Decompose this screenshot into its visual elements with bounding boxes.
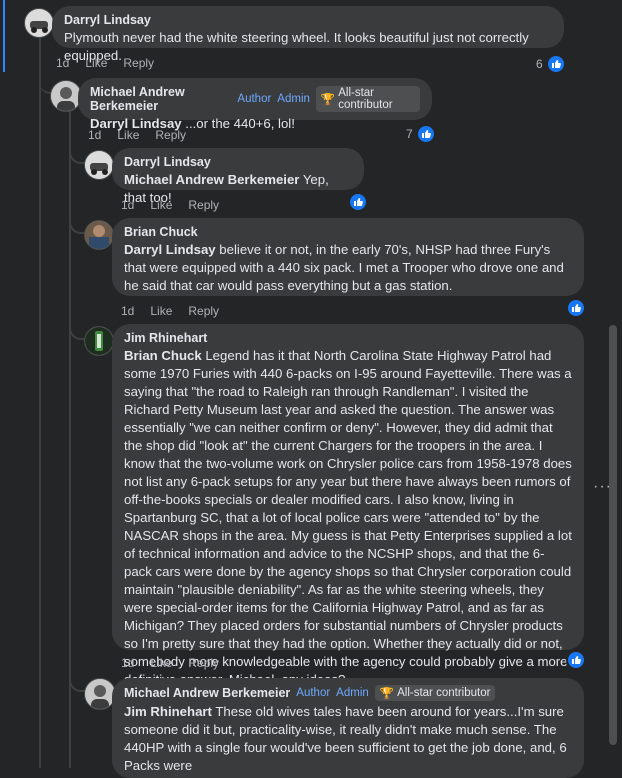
mention-link[interactable]: Michael Andrew Berkemeier: [124, 172, 299, 187]
comment-actions: 1d Like Reply: [88, 128, 186, 142]
author-badge: Author: [237, 93, 272, 105]
avatar[interactable]: [84, 220, 114, 250]
admin-badge: Admin: [336, 687, 369, 699]
comment-bubble: Michael Andrew Berkemeier Author Admin 🏆…: [78, 78, 432, 131]
mention-link[interactable]: Brian Chuck: [124, 348, 202, 363]
comment-time[interactable]: 1d: [88, 128, 101, 142]
comment-bubble: Brian Chuck Darryl Lindsay believe it or…: [112, 218, 584, 296]
thread-connector: [69, 318, 85, 340]
comment-actions: 1d Like Reply: [56, 56, 154, 70]
author-badge: Author: [296, 687, 331, 699]
comment-author[interactable]: Brian Chuck: [124, 225, 198, 239]
thread-connector: [69, 140, 85, 164]
comment-actions: 1d Like Reply: [121, 656, 219, 670]
comment-text: ...or the 440+6, lol!: [181, 116, 295, 131]
comment-time[interactable]: 1d: [121, 304, 134, 318]
reaction-count[interactable]: [566, 650, 586, 670]
thumbs-up-icon: [566, 298, 586, 318]
reaction-count[interactable]: [566, 298, 586, 318]
thread-connector: [69, 210, 85, 234]
comment-actions: 1d Like Reply: [121, 304, 219, 318]
reply-button[interactable]: Reply: [188, 304, 219, 318]
thread-highlight-line: [3, 0, 5, 72]
comment-author[interactable]: Michael Andrew Berkemeier: [124, 686, 290, 700]
allstar-label: All-star contributor: [397, 687, 491, 699]
allstar-badge[interactable]: 🏆 All-star contributor: [374, 685, 496, 701]
comment-bubble: Jim Rhinehart Brian Chuck Legend has it …: [112, 324, 584, 687]
trophy-icon: 🏆: [320, 94, 336, 106]
reaction-count[interactable]: 6: [536, 54, 566, 74]
admin-badge: Admin: [277, 93, 310, 105]
allstar-label: All-star contributor: [338, 87, 393, 111]
comment-time[interactable]: 1d: [56, 56, 69, 70]
reply-button[interactable]: Reply: [123, 56, 154, 70]
comment-author[interactable]: Darryl Lindsay: [124, 155, 211, 169]
comment-bubble: Darryl Lindsay Michael Andrew Berkemeier…: [112, 148, 364, 205]
thread-connector: [69, 670, 85, 692]
thumbs-up-icon: [415, 124, 436, 144]
avatar[interactable]: [84, 326, 114, 356]
comment-text: Legend has it that North Carolina State …: [124, 348, 572, 687]
comment-time[interactable]: 1d: [121, 198, 134, 212]
like-button[interactable]: Like: [150, 304, 172, 318]
reaction-count[interactable]: [348, 192, 368, 212]
like-button[interactable]: Like: [150, 656, 172, 670]
like-button[interactable]: Like: [117, 128, 139, 142]
allstar-badge[interactable]: 🏆 All-star contributor: [315, 86, 420, 112]
thumbs-up-icon: [348, 192, 368, 212]
reaction-number: 7: [406, 127, 413, 141]
reaction-count[interactable]: 7: [406, 124, 436, 144]
thumbs-up-icon: [545, 54, 566, 74]
reaction-number: 6: [536, 57, 543, 71]
thumbs-up-icon: [566, 650, 586, 670]
comment-author[interactable]: Michael Andrew Berkemeier: [90, 85, 231, 113]
like-button[interactable]: Like: [150, 198, 172, 212]
comment-bubble: Michael Andrew Berkemeier Author Admin 🏆…: [112, 678, 584, 778]
comment-bubble: Darryl Lindsay Plymouth never had the wh…: [52, 6, 564, 63]
comment-actions: 1d Like Reply: [121, 198, 219, 212]
reply-button[interactable]: Reply: [188, 198, 219, 212]
comment-author[interactable]: Jim Rhinehart: [124, 331, 207, 345]
thread-line-main: [39, 36, 41, 768]
reply-button[interactable]: Reply: [188, 656, 219, 670]
reply-button[interactable]: Reply: [155, 128, 186, 142]
mention-link[interactable]: Jim Rhinehart: [124, 704, 212, 719]
comment-author[interactable]: Darryl Lindsay: [64, 13, 151, 27]
mention-link[interactable]: Darryl Lindsay: [124, 242, 216, 257]
avatar[interactable]: [24, 8, 54, 38]
comment-time[interactable]: 1d: [121, 656, 134, 670]
trophy-icon: 🏆: [379, 688, 395, 700]
like-button[interactable]: Like: [85, 56, 107, 70]
thread-line-sub: [69, 104, 71, 768]
avatar[interactable]: [84, 150, 114, 180]
scrollbar[interactable]: [609, 325, 617, 745]
